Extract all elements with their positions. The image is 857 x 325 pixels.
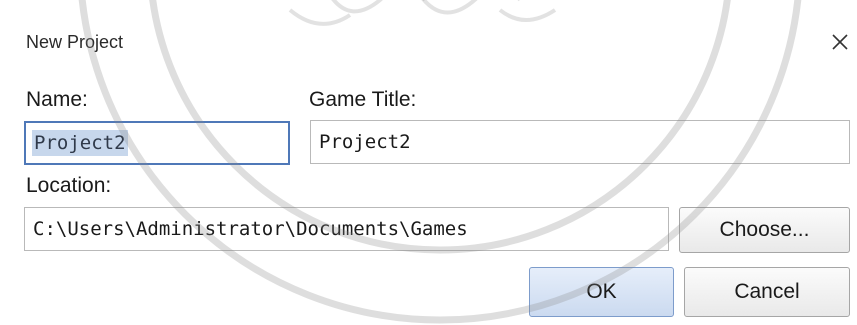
- close-icon: [832, 34, 848, 50]
- location-input[interactable]: C:\Users\Administrator\Documents\Games: [24, 207, 669, 251]
- new-project-dialog: New Project Name: Game Title: Project2 P…: [0, 0, 857, 325]
- game-title-input[interactable]: Project2: [310, 120, 850, 164]
- cancel-button[interactable]: Cancel: [684, 267, 850, 317]
- game-title-input-value: Project2: [319, 131, 411, 153]
- name-input[interactable]: Project2: [24, 121, 290, 165]
- location-label: Location:: [26, 174, 112, 197]
- choose-button-label: Choose...: [719, 218, 810, 241]
- ok-button-label: OK: [586, 280, 617, 303]
- cancel-button-label: Cancel: [734, 280, 800, 303]
- ok-button[interactable]: OK: [529, 267, 674, 317]
- name-input-value: Project2: [32, 130, 128, 156]
- close-button[interactable]: [822, 24, 857, 60]
- title-bar: New Project: [0, 0, 857, 80]
- name-label: Name:: [26, 88, 88, 111]
- game-title-label: Game Title:: [309, 88, 417, 111]
- location-input-value: C:\Users\Administrator\Documents\Games: [33, 218, 468, 240]
- dialog-title: New Project: [26, 32, 124, 52]
- choose-button[interactable]: Choose...: [679, 207, 850, 253]
